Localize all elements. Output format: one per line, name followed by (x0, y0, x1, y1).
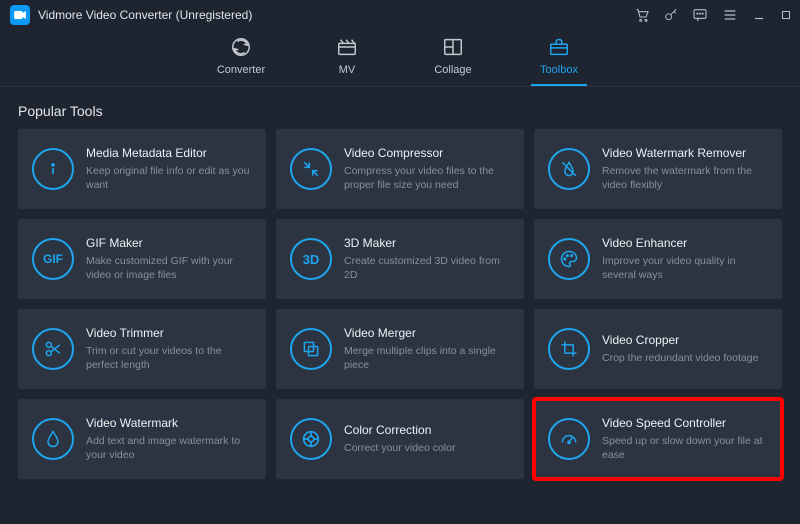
tools-grid: Media Metadata Editor Keep original file… (18, 129, 782, 479)
tool-title: Video Compressor (344, 146, 510, 160)
tab-converter[interactable]: Converter (213, 36, 269, 86)
color-wheel-icon (290, 418, 332, 460)
crop-icon (548, 328, 590, 370)
tool-title: Media Metadata Editor (86, 146, 252, 160)
tool-media-metadata-editor[interactable]: Media Metadata Editor Keep original file… (18, 129, 266, 209)
gauge-icon (548, 418, 590, 460)
tool-desc: Merge multiple clips into a single piece (344, 344, 510, 372)
app-logo-icon (10, 5, 30, 25)
tool-title: Video Watermark (86, 416, 252, 430)
tool-video-compressor[interactable]: Video Compressor Compress your video fil… (276, 129, 524, 209)
scissors-icon (32, 328, 74, 370)
tab-label: Toolbox (540, 64, 578, 76)
maximize-icon[interactable] (780, 9, 792, 21)
tool-color-correction[interactable]: Color Correction Correct your video colo… (276, 399, 524, 479)
tool-video-watermark[interactable]: Video Watermark Add text and image water… (18, 399, 266, 479)
section-title: Popular Tools (18, 103, 782, 119)
tool-video-enhancer[interactable]: Video Enhancer Improve your video qualit… (534, 219, 782, 299)
tool-video-merger[interactable]: Video Merger Merge multiple clips into a… (276, 309, 524, 389)
tab-label: Collage (434, 64, 471, 76)
palette-icon (548, 238, 590, 280)
tool-desc: Create customized 3D video from 2D (344, 254, 510, 282)
tool-title: Color Correction (344, 423, 455, 437)
tab-label: Converter (217, 64, 265, 76)
tool-video-trimmer[interactable]: Video Trimmer Trim or cut your videos to… (18, 309, 266, 389)
tool-desc: Correct your video color (344, 441, 455, 455)
merge-icon (290, 328, 332, 370)
menu-icon[interactable] (722, 7, 738, 23)
tool-title: Video Cropper (602, 333, 758, 347)
tool-video-speed-controller[interactable]: Video Speed Controller Speed up or slow … (534, 399, 782, 479)
tab-toolbox[interactable]: Toolbox (531, 36, 587, 86)
tool-title: Video Merger (344, 326, 510, 340)
tool-desc: Make customized GIF with your video or i… (86, 254, 252, 282)
tool-title: Video Enhancer (602, 236, 768, 250)
title-actions (634, 7, 792, 23)
tool-desc: Add text and image watermark to your vid… (86, 434, 252, 462)
tool-desc: Compress your video files to the proper … (344, 164, 510, 192)
tab-mv[interactable]: MV (319, 36, 375, 86)
tool-3d-maker[interactable]: 3D 3D Maker Create customized 3D video f… (276, 219, 524, 299)
cart-icon[interactable] (634, 7, 650, 23)
tool-gif-maker[interactable]: GIF GIF Maker Make customized GIF with y… (18, 219, 266, 299)
tool-desc: Trim or cut your videos to the perfect l… (86, 344, 252, 372)
toolbox-section: Popular Tools Media Metadata Editor Keep… (0, 87, 800, 479)
tool-desc: Speed up or slow down your file at ease (602, 434, 768, 462)
tool-desc: Keep original file info or edit as you w… (86, 164, 252, 192)
main-tabs: Converter MV Collage Toolbox (0, 30, 800, 87)
3d-icon: 3D (290, 238, 332, 280)
info-icon (32, 148, 74, 190)
tool-title: 3D Maker (344, 236, 510, 250)
tab-label: MV (339, 64, 356, 76)
minimize-icon[interactable] (752, 8, 766, 22)
tool-title: Video Watermark Remover (602, 146, 768, 160)
tool-video-watermark-remover[interactable]: Video Watermark Remover Remove the water… (534, 129, 782, 209)
tool-title: Video Trimmer (86, 326, 252, 340)
feedback-icon[interactable] (692, 7, 708, 23)
no-droplet-icon (548, 148, 590, 190)
tool-title: Video Speed Controller (602, 416, 768, 430)
tool-video-cropper[interactable]: Video Cropper Crop the redundant video f… (534, 309, 782, 389)
tool-desc: Remove the watermark from the video flex… (602, 164, 768, 192)
compress-icon (290, 148, 332, 190)
tab-collage[interactable]: Collage (425, 36, 481, 86)
tool-desc: Improve your video quality in several wa… (602, 254, 768, 282)
droplet-icon (32, 418, 74, 460)
tool-title: GIF Maker (86, 236, 252, 250)
key-icon[interactable] (664, 8, 678, 22)
tool-desc: Crop the redundant video footage (602, 351, 758, 365)
gif-icon: GIF (32, 238, 74, 280)
app-title: Vidmore Video Converter (Unregistered) (38, 8, 252, 22)
titlebar: Vidmore Video Converter (Unregistered) (0, 0, 800, 30)
